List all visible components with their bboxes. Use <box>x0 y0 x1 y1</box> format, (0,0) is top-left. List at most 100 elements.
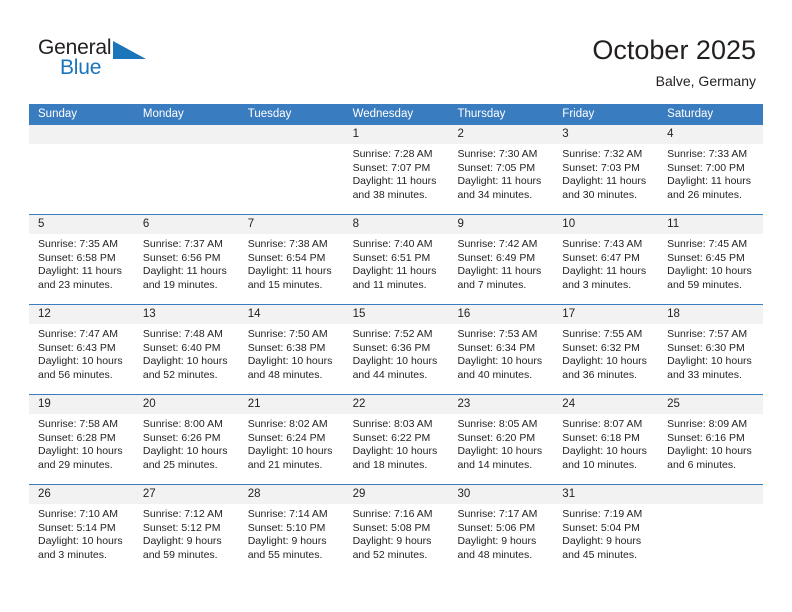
calendar-week-row: 19 Sunrise: 7:58 AM Sunset: 6:28 PM Dayligh… <box>29 394 764 484</box>
calendar-day-cell[interactable]: 3 Sunrise: 7:32 AM Sunset: 7:03 PM Daylight… <box>553 125 659 214</box>
calendar-day-cell-empty <box>238 125 344 214</box>
calendar-day-cell[interactable]: 1 Sunrise: 7:28 AM Sunset: 7:07 PM Daylight… <box>343 125 449 214</box>
sunset-text: Sunset: 6:45 PM <box>667 251 745 264</box>
calendar-day-cell[interactable]: 25 Sunrise: 8:09 AM Sunset: 6:16 PM Dayligh… <box>658 395 764 484</box>
sunrise-text: Sunrise: 8:05 AM <box>457 418 538 430</box>
daylight-text-line2: and 38 minutes. <box>352 188 428 201</box>
sunset-text: Sunset: 5:12 PM <box>142 521 221 534</box>
calendar-day-cell[interactable]: 19 Sunrise: 7:58 AM Sunset: 6:28 PM Dayligh… <box>29 395 134 484</box>
day-details: Sunrise: 7:57 AM Sunset: 6:30 PM Daylight:… <box>658 324 763 382</box>
calendar-day-cell[interactable]: 26 Sunrise: 7:10 AM Sunset: 5:14 PM Dayligh… <box>29 485 134 574</box>
calendar-day-cell[interactable]: 23 Sunrise: 8:05 AM Sunset: 6:20 PM Dayligh… <box>448 395 554 484</box>
sunrise-text: Sunrise: 7:38 AM <box>247 238 328 250</box>
calendar-day-cell[interactable]: 27 Sunrise: 7:12 AM Sunset: 5:12 PM Dayligh… <box>133 485 239 574</box>
calendar-day-cell[interactable]: 28 Sunrise: 7:14 AM Sunset: 5:10 PM Dayligh… <box>238 485 344 574</box>
calendar-day-cell[interactable]: 8 Sunrise: 7:40 AM Sunset: 6:51 PM Daylight… <box>343 215 449 304</box>
sunrise-text: Sunrise: 7:33 AM <box>667 148 748 160</box>
calendar-day-cell[interactable]: 31 Sunrise: 7:19 AM Sunset: 5:04 PM Dayligh… <box>553 485 659 574</box>
daylight-text-line1: Daylight: 10 hours <box>667 265 752 278</box>
calendar-day-cell[interactable]: 29 Sunrise: 7:16 AM Sunset: 5:08 PM Dayligh… <box>343 485 449 574</box>
day-details: Sunrise: 8:09 AM Sunset: 6:16 PM Daylight:… <box>658 414 763 472</box>
sunrise-text: Sunrise: 7:35 AM <box>38 238 118 250</box>
calendar-day-cell[interactable]: 11 Sunrise: 7:45 AM Sunset: 6:45 PM Dayligh… <box>658 215 764 304</box>
sunrise-text: Sunrise: 7:55 AM <box>562 328 643 340</box>
sunset-text: Sunset: 6:49 PM <box>457 251 536 264</box>
daylight-text-line1: Daylight: 10 hours <box>352 355 438 368</box>
day-number: 27 <box>133 485 239 504</box>
daylight-text-line2: and 59 minutes. <box>142 548 218 561</box>
day-details: Sunrise: 7:14 AM Sunset: 5:10 PM Daylight:… <box>239 504 344 562</box>
calendar-day-cell[interactable]: 17 Sunrise: 7:55 AM Sunset: 6:32 PM Dayligh… <box>553 305 659 394</box>
sunrise-text: Sunrise: 7:58 AM <box>38 418 118 430</box>
sunrise-text: Sunrise: 7:42 AM <box>457 238 538 250</box>
calendar-day-cell-empty <box>29 125 134 214</box>
sunset-text: Sunset: 6:26 PM <box>142 431 221 444</box>
daylight-text-line1: Daylight: 11 hours <box>352 175 437 188</box>
calendar-page: General Blue October 2025 Balve, Germany… <box>0 0 792 612</box>
daylight-text-line2: and 15 minutes. <box>247 278 323 291</box>
calendar-day-cell[interactable]: 13 Sunrise: 7:48 AM Sunset: 6:40 PM Dayligh… <box>133 305 239 394</box>
calendar-day-cell[interactable]: 20 Sunrise: 8:00 AM Sunset: 6:26 PM Dayligh… <box>133 395 239 484</box>
calendar-day-cell[interactable]: 4 Sunrise: 7:33 AM Sunset: 7:00 PM Daylight… <box>658 125 764 214</box>
calendar-day-cell[interactable]: 12 Sunrise: 7:47 AM Sunset: 6:43 PM Dayligh… <box>29 305 134 394</box>
triangle-icon <box>113 41 146 59</box>
generalblue-logo[interactable]: General Blue <box>38 36 158 84</box>
day-number: 28 <box>238 485 344 504</box>
sunset-text: Sunset: 6:47 PM <box>562 251 640 264</box>
day-details: Sunrise: 7:10 AM Sunset: 5:14 PM Daylight:… <box>29 504 134 562</box>
sunset-text: Sunset: 6:56 PM <box>142 251 221 264</box>
sunset-text: Sunset: 5:06 PM <box>457 521 536 534</box>
daylight-text-line2: and 55 minutes. <box>247 548 323 561</box>
weekday-header-wednesday: Wednesday <box>352 108 414 120</box>
daylight-text-line2: and 7 minutes. <box>457 278 527 291</box>
sunrise-text: Sunrise: 7:40 AM <box>352 238 433 250</box>
sunset-text: Sunset: 5:14 PM <box>38 521 116 534</box>
calendar-day-cell[interactable]: 10 Sunrise: 7:43 AM Sunset: 6:47 PM Dayligh… <box>553 215 659 304</box>
calendar-day-cell[interactable]: 30 Sunrise: 7:17 AM Sunset: 5:06 PM Dayligh… <box>448 485 554 574</box>
day-details: Sunrise: 7:38 AM Sunset: 6:54 PM Daylight:… <box>239 234 344 292</box>
daylight-text-line2: and 48 minutes. <box>457 548 533 561</box>
title-block: October 2025 Balve, Germany <box>592 34 756 89</box>
calendar-day-cell[interactable]: 9 Sunrise: 7:42 AM Sunset: 6:49 PM Daylight… <box>448 215 554 304</box>
daylight-text-line2: and 59 minutes. <box>667 278 742 291</box>
calendar-day-cell[interactable]: 5 Sunrise: 7:35 AM Sunset: 6:58 PM Daylight… <box>29 215 134 304</box>
sunrise-text: Sunrise: 8:09 AM <box>667 418 748 430</box>
calendar-day-cell[interactable]: 7 Sunrise: 7:38 AM Sunset: 6:54 PM Daylight… <box>238 215 344 304</box>
daylight-text-line1: Daylight: 11 hours <box>457 265 542 278</box>
day-number: 21 <box>238 395 344 414</box>
day-number: 6 <box>133 215 239 234</box>
daylight-text-line1: Daylight: 9 hours <box>247 535 327 548</box>
calendar-day-cell[interactable]: 21 Sunrise: 8:02 AM Sunset: 6:24 PM Dayligh… <box>238 395 344 484</box>
calendar-day-cell[interactable]: 18 Sunrise: 7:57 AM Sunset: 6:30 PM Dayligh… <box>658 305 764 394</box>
calendar-day-cell[interactable]: 16 Sunrise: 7:53 AM Sunset: 6:34 PM Dayligh… <box>448 305 554 394</box>
day-details: Sunrise: 7:35 AM Sunset: 6:58 PM Daylight:… <box>29 234 134 292</box>
sunset-text: Sunset: 7:07 PM <box>352 161 431 174</box>
calendar-week-row: 12 Sunrise: 7:47 AM Sunset: 6:43 PM Dayligh… <box>29 304 764 394</box>
sunset-text: Sunset: 6:22 PM <box>352 431 431 444</box>
day-details: Sunrise: 7:32 AM Sunset: 7:03 PM Daylight:… <box>553 144 658 202</box>
calendar-day-cell[interactable]: 22 Sunrise: 8:03 AM Sunset: 6:22 PM Dayligh… <box>343 395 449 484</box>
daylight-text-line2: and 3 minutes. <box>562 278 632 291</box>
day-number: 7 <box>238 215 344 234</box>
day-details: Sunrise: 8:05 AM Sunset: 6:20 PM Daylight:… <box>448 414 553 472</box>
calendar-day-cell[interactable]: 14 Sunrise: 7:50 AM Sunset: 6:38 PM Dayligh… <box>238 305 344 394</box>
sunrise-text: Sunrise: 7:45 AM <box>667 238 748 250</box>
daylight-text-line1: Daylight: 10 hours <box>38 535 123 548</box>
weekday-header-monday: Monday <box>142 108 184 120</box>
day-number: 18 <box>658 305 764 324</box>
calendar-day-cell[interactable]: 15 Sunrise: 7:52 AM Sunset: 6:36 PM Dayligh… <box>343 305 449 394</box>
daylight-text-line1: Daylight: 10 hours <box>142 445 228 458</box>
calendar-day-cell[interactable]: 24 Sunrise: 8:07 AM Sunset: 6:18 PM Dayligh… <box>553 395 659 484</box>
day-number: 5 <box>29 215 134 234</box>
day-number: 12 <box>29 305 134 324</box>
calendar-day-cell[interactable]: 2 Sunrise: 7:30 AM Sunset: 7:05 PM Daylight… <box>448 125 554 214</box>
sunset-text: Sunset: 6:36 PM <box>352 341 431 354</box>
calendar-week-row: 1 Sunrise: 7:28 AM Sunset: 7:07 PM Daylight… <box>29 125 764 214</box>
day-number <box>133 125 239 144</box>
calendar-day-cell[interactable]: 6 Sunrise: 7:37 AM Sunset: 6:56 PM Daylight… <box>133 215 239 304</box>
daylight-text-line1: Daylight: 10 hours <box>38 445 123 458</box>
day-number: 8 <box>343 215 449 234</box>
daylight-text-line1: Daylight: 9 hours <box>142 535 222 548</box>
day-details: Sunrise: 7:55 AM Sunset: 6:32 PM Daylight:… <box>553 324 658 382</box>
day-number: 15 <box>343 305 449 324</box>
